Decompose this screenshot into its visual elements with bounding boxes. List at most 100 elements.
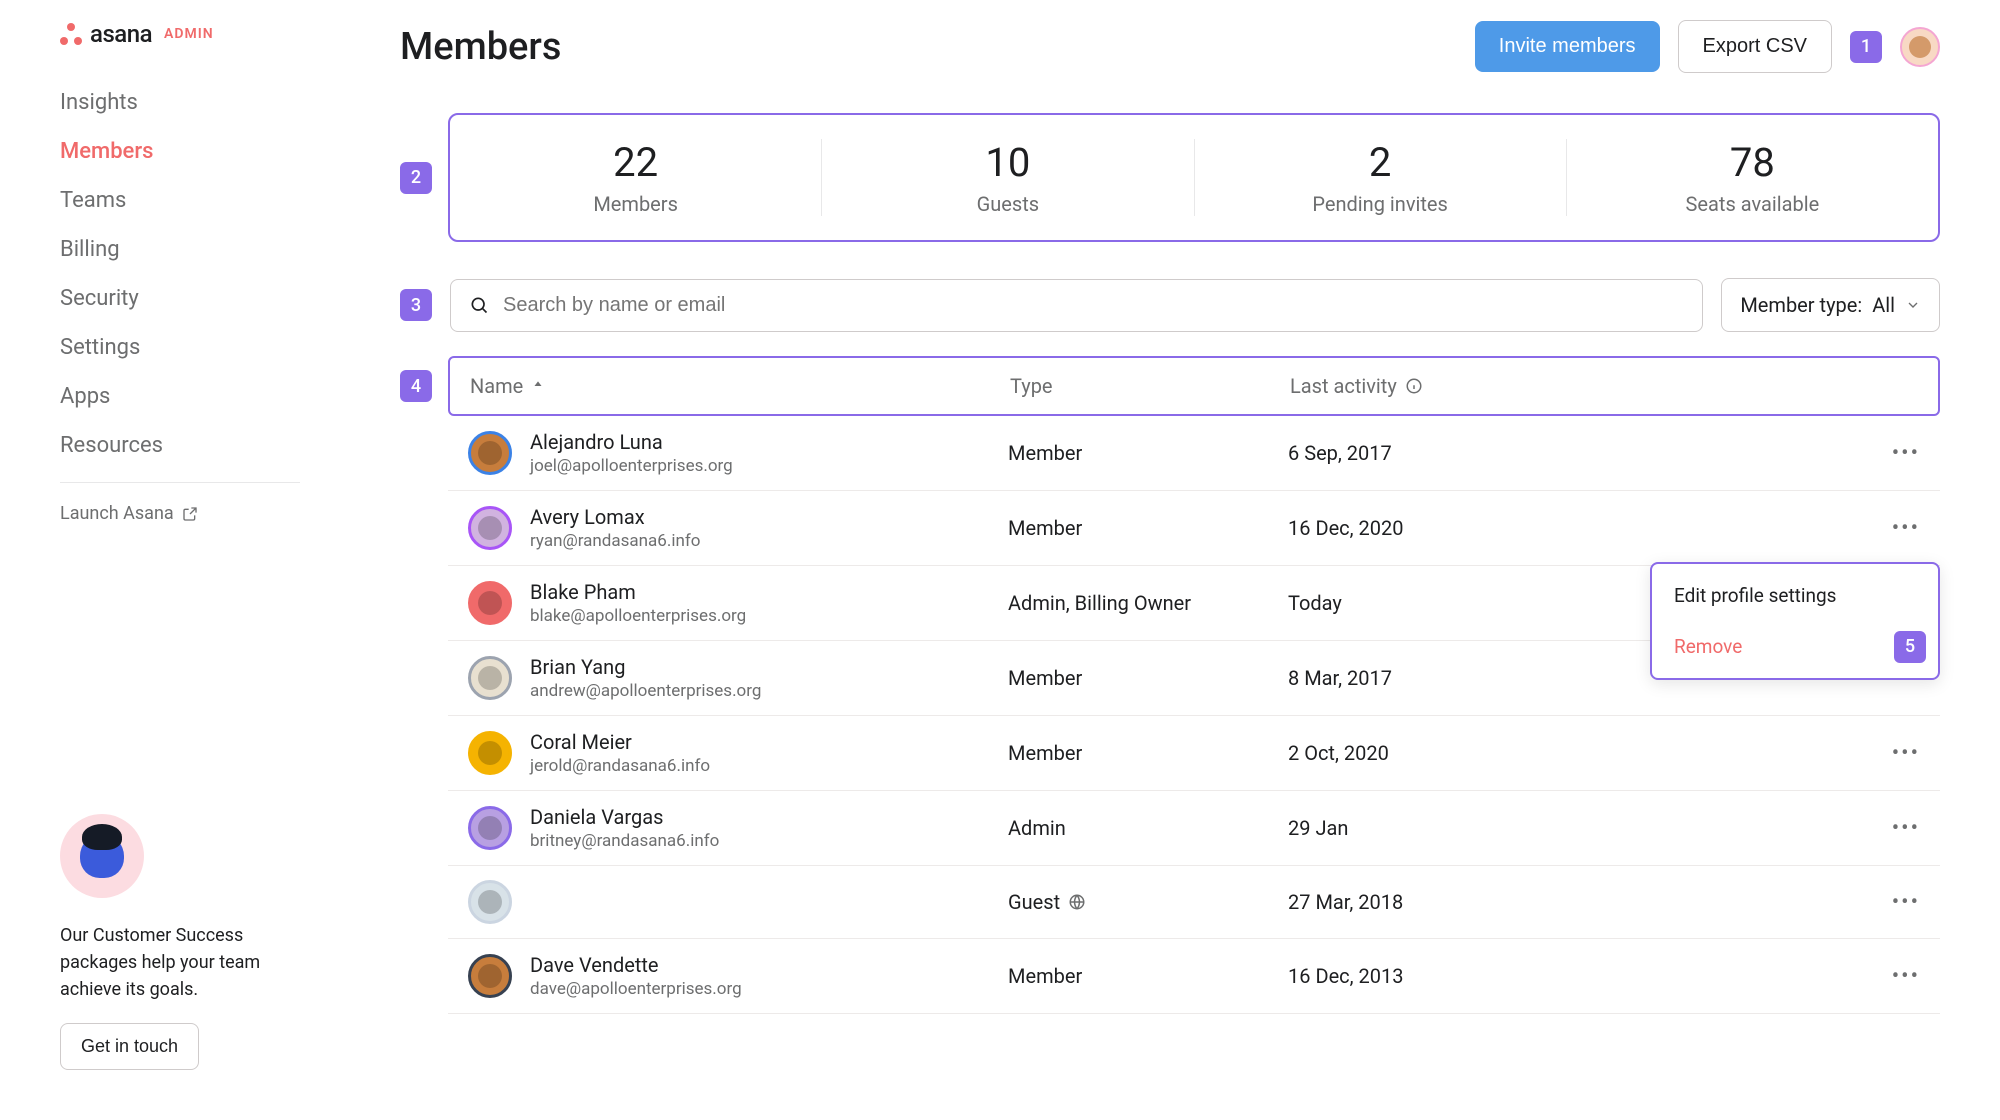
brand-suffix: ADMIN [164, 26, 214, 42]
member-email: andrew@apolloenterprises.org [530, 681, 761, 701]
callout-4: 4 [400, 370, 432, 402]
invite-members-button[interactable]: Invite members [1475, 21, 1660, 72]
search-row: 3 Member type: All [400, 278, 1940, 332]
stats-box: 22 Members 10 Guests 2 Pending invites 7… [448, 113, 1940, 242]
member-email: blake@apolloenterprises.org [530, 606, 746, 626]
cell-name: Daniela Vargasbritney@randasana6.info [468, 805, 1008, 851]
stat-guests: 10 Guests [822, 139, 1194, 216]
member-email: dave@apolloenterprises.org [530, 979, 742, 999]
callout-1: 1 [1850, 31, 1882, 63]
stat-pending: 2 Pending invites [1195, 139, 1567, 216]
cell-type: Admin, Billing Owner [1008, 591, 1288, 615]
chevron-down-icon [1905, 297, 1921, 313]
cell-name [468, 880, 1008, 924]
cell-activity: 27 Mar, 2018 [1288, 890, 1860, 914]
filter-value: All [1872, 293, 1895, 317]
row-more-button[interactable]: ••• [1860, 964, 1920, 989]
member-avatar [468, 806, 512, 850]
member-name: Avery Lomax [530, 505, 700, 529]
row-more-button[interactable]: ••• [1860, 816, 1920, 841]
cell-name: Dave Vendettedave@apolloenterprises.org [468, 953, 1008, 999]
member-email: britney@randasana6.info [530, 831, 719, 851]
sidebar-footer: Our Customer Success packages help your … [60, 814, 340, 1100]
member-avatar [468, 581, 512, 625]
nav-resources[interactable]: Resources [60, 421, 340, 470]
cell-name: Avery Lomaxryan@randasana6.info [468, 505, 1008, 551]
nav-members[interactable]: Members [60, 127, 340, 176]
member-type-filter[interactable]: Member type: All [1721, 278, 1940, 332]
member-avatar [468, 506, 512, 550]
cell-name: Coral Meierjerold@randasana6.info [468, 730, 1008, 776]
search-box[interactable] [450, 279, 1703, 332]
nav-list: Insights Members Teams Billing Security … [60, 78, 340, 470]
menu-remove[interactable]: Remove 5 [1652, 621, 1938, 672]
nav-apps[interactable]: Apps [60, 372, 340, 421]
member-avatar [468, 954, 512, 998]
row-more-button[interactable]: ••• [1860, 741, 1920, 766]
filter-prefix: Member type: [1740, 293, 1862, 317]
table-row: Alejandro Lunajoel@apolloenterprises.org… [448, 416, 1940, 491]
external-link-icon [182, 506, 198, 522]
header-actions: Invite members Export CSV 1 [1475, 20, 1940, 73]
nav-teams[interactable]: Teams [60, 176, 340, 225]
member-avatar [468, 731, 512, 775]
callout-2: 2 [400, 162, 432, 194]
member-email: jerold@randasana6.info [530, 756, 710, 776]
globe-icon [1068, 893, 1086, 911]
get-in-touch-button[interactable]: Get in touch [60, 1023, 199, 1070]
nav-insights[interactable]: Insights [60, 78, 340, 127]
menu-edit-profile[interactable]: Edit profile settings [1652, 570, 1938, 621]
cell-activity: 2 Oct, 2020 [1288, 741, 1860, 765]
member-name: Blake Pham [530, 580, 746, 604]
members-table: Name Type Last activity Alejandro Lunajo… [448, 356, 1940, 1014]
stat-members: 22 Members [450, 139, 822, 216]
stat-pending-label: Pending invites [1195, 192, 1566, 216]
stat-seats-value: 78 [1567, 139, 1938, 186]
stats-row: 2 22 Members 10 Guests 2 Pending invites… [400, 113, 1940, 242]
member-avatar [468, 880, 512, 924]
cell-activity: 29 Jan [1288, 816, 1860, 840]
member-name: Coral Meier [530, 730, 710, 754]
cell-name: Blake Phamblake@apolloenterprises.org [468, 580, 1008, 626]
main-content: Members Invite members Export CSV 1 2 22… [340, 0, 2000, 1120]
member-name: Daniela Vargas [530, 805, 719, 829]
cell-type: Member [1008, 441, 1288, 465]
launch-label: Launch Asana [60, 503, 174, 524]
member-avatar [468, 656, 512, 700]
column-activity-label: Last activity [1290, 374, 1397, 398]
search-input[interactable] [503, 294, 1684, 317]
member-email: joel@apolloenterprises.org [530, 456, 733, 476]
table-row: Avery Lomaxryan@randasana6.infoMember16 … [448, 491, 1940, 566]
column-activity[interactable]: Last activity [1290, 374, 1918, 398]
row-more-button[interactable]: ••• [1860, 441, 1920, 466]
current-user-avatar[interactable] [1900, 27, 1940, 67]
stat-pending-value: 2 [1195, 139, 1566, 186]
info-icon [1405, 377, 1423, 395]
column-type[interactable]: Type [1010, 374, 1290, 398]
nav-billing[interactable]: Billing [60, 225, 340, 274]
sort-asc-icon [531, 379, 545, 393]
cell-type: Guest [1008, 890, 1288, 914]
cs-promo-text: Our Customer Success packages help your … [60, 922, 300, 1003]
cell-type: Member [1008, 741, 1288, 765]
member-name: Dave Vendette [530, 953, 742, 977]
export-csv-button[interactable]: Export CSV [1678, 20, 1832, 73]
table-row: Daniela Vargasbritney@randasana6.infoAdm… [448, 791, 1940, 866]
cell-type: Admin [1008, 816, 1288, 840]
row-more-button[interactable]: ••• [1860, 516, 1920, 541]
table-row: Guest27 Mar, 2018••• [448, 866, 1940, 939]
cell-name: Brian Yangandrew@apolloenterprises.org [468, 655, 1008, 701]
cell-activity: 16 Dec, 2013 [1288, 964, 1860, 988]
cell-activity: 6 Sep, 2017 [1288, 441, 1860, 465]
nav-security[interactable]: Security [60, 274, 340, 323]
cell-type: Member [1008, 964, 1288, 988]
column-name[interactable]: Name [470, 374, 1010, 398]
nav-settings[interactable]: Settings [60, 323, 340, 372]
stat-members-value: 22 [450, 139, 821, 186]
stat-guests-value: 10 [822, 139, 1193, 186]
member-name: Brian Yang [530, 655, 761, 679]
launch-asana-link[interactable]: Launch Asana [60, 495, 340, 532]
search-icon [469, 295, 489, 315]
row-more-button[interactable]: ••• [1860, 890, 1920, 915]
divider [60, 482, 300, 483]
